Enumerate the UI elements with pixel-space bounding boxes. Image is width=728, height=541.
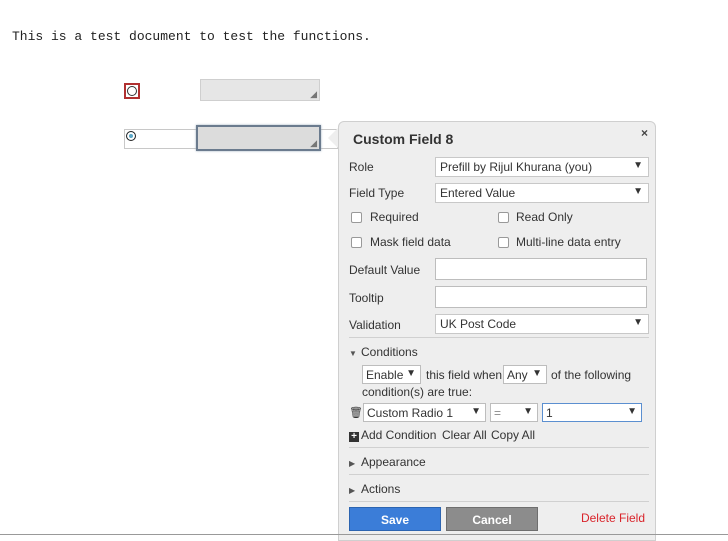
condition-action-select[interactable]: Enable ▼ (362, 365, 421, 384)
chevron-down-icon: ▼ (523, 406, 533, 417)
page-bottom-border (0, 534, 728, 535)
resize-handle-icon[interactable]: ◢ (310, 139, 317, 148)
multiline-label: Multi-line data entry (516, 235, 621, 249)
close-icon[interactable]: × (641, 126, 648, 140)
chevron-down-icon: ▼ (633, 160, 643, 171)
actions-header[interactable]: ▶ Actions (349, 482, 400, 496)
appearance-title: Appearance (361, 455, 426, 469)
actions-title: Actions (361, 482, 401, 496)
chevron-down-icon: ▼ (532, 368, 542, 379)
chevron-down-icon: ▼ (627, 406, 637, 417)
condition-field-value: Custom Radio 1 (367, 406, 454, 420)
condition-action-value: Enable (366, 368, 404, 382)
field-type-label: Field Type (349, 186, 405, 200)
field-type-select[interactable]: Entered Value ▼ (435, 183, 649, 203)
read-only-label: Read Only (516, 210, 573, 224)
add-condition-link[interactable]: + Add Condition (349, 428, 436, 442)
save-button[interactable]: Save (349, 507, 441, 531)
text-field-1[interactable]: ◢ (200, 79, 320, 101)
mask-field-label: Mask field data (370, 235, 451, 249)
expanded-triangle-icon: ▼ (349, 349, 357, 358)
multiline-checkbox[interactable] (498, 237, 509, 248)
collapsed-triangle-icon: ▶ (349, 486, 356, 495)
default-value-input[interactable] (435, 258, 647, 280)
radio-dot (127, 86, 137, 96)
conditions-title: Conditions (361, 345, 418, 359)
validation-label: Validation (349, 318, 401, 332)
read-only-checkbox[interactable] (498, 212, 509, 223)
collapsed-triangle-icon: ▶ (349, 459, 356, 468)
role-label: Role (349, 160, 374, 174)
copy-all-link[interactable]: Copy All (491, 428, 535, 442)
divider (349, 447, 649, 448)
chevron-down-icon: ▼ (406, 368, 416, 379)
document-text: This is a test document to test the func… (12, 29, 371, 44)
condition-text-2: of the following (551, 368, 632, 382)
condition-field-select[interactable]: Custom Radio 1 ▼ (363, 403, 486, 422)
tooltip-input[interactable] (435, 286, 647, 308)
validation-value: UK Post Code (440, 317, 517, 331)
text-field-2-active[interactable]: ◢ (196, 125, 321, 151)
delete-field-link[interactable]: Delete Field (581, 511, 645, 525)
condition-value-select[interactable]: 1 ▼ (542, 403, 642, 422)
condition-quantifier-value: Any (507, 368, 528, 382)
panel-pointer (328, 128, 338, 148)
required-label: Required (370, 210, 419, 224)
plus-icon: + (349, 432, 359, 442)
appearance-header[interactable]: ▶ Appearance (349, 455, 426, 469)
field-type-value: Entered Value (440, 186, 516, 200)
mask-field-checkbox[interactable] (351, 237, 362, 248)
radio-button-1[interactable] (124, 83, 140, 99)
condition-value: 1 (546, 406, 553, 420)
divider (349, 474, 649, 475)
add-condition-label: Add Condition (361, 428, 437, 442)
default-value-label: Default Value (349, 263, 421, 277)
clear-all-link[interactable]: Clear All (442, 428, 487, 442)
chevron-down-icon: ▼ (633, 317, 643, 328)
panel-title: Custom Field 8 (353, 131, 454, 147)
trash-icon[interactable]: 🗑 (349, 406, 363, 419)
divider (349, 337, 649, 338)
resize-handle-icon[interactable]: ◢ (310, 90, 317, 99)
chevron-down-icon: ▼ (471, 406, 481, 417)
role-select[interactable]: Prefill by Rijul Khurana (you) ▼ (435, 157, 649, 177)
condition-text-1: this field when (426, 368, 503, 382)
condition-quantifier-select[interactable]: Any ▼ (503, 365, 547, 384)
required-checkbox[interactable] (351, 212, 362, 223)
condition-operator-select[interactable]: = ▼ (490, 403, 538, 422)
radio-dot (126, 131, 136, 141)
chevron-down-icon: ▼ (633, 186, 643, 197)
condition-text-3: condition(s) are true: (362, 385, 473, 399)
conditions-header[interactable]: ▼ Conditions (349, 345, 418, 359)
validation-select[interactable]: UK Post Code ▼ (435, 314, 649, 334)
field-properties-panel: Custom Field 8 × Role Prefill by Rijul K… (338, 121, 656, 541)
role-value: Prefill by Rijul Khurana (you) (440, 160, 593, 174)
tooltip-label: Tooltip (349, 291, 384, 305)
cancel-button[interactable]: Cancel (446, 507, 538, 531)
divider (349, 501, 649, 502)
condition-operator-value: = (494, 406, 502, 420)
